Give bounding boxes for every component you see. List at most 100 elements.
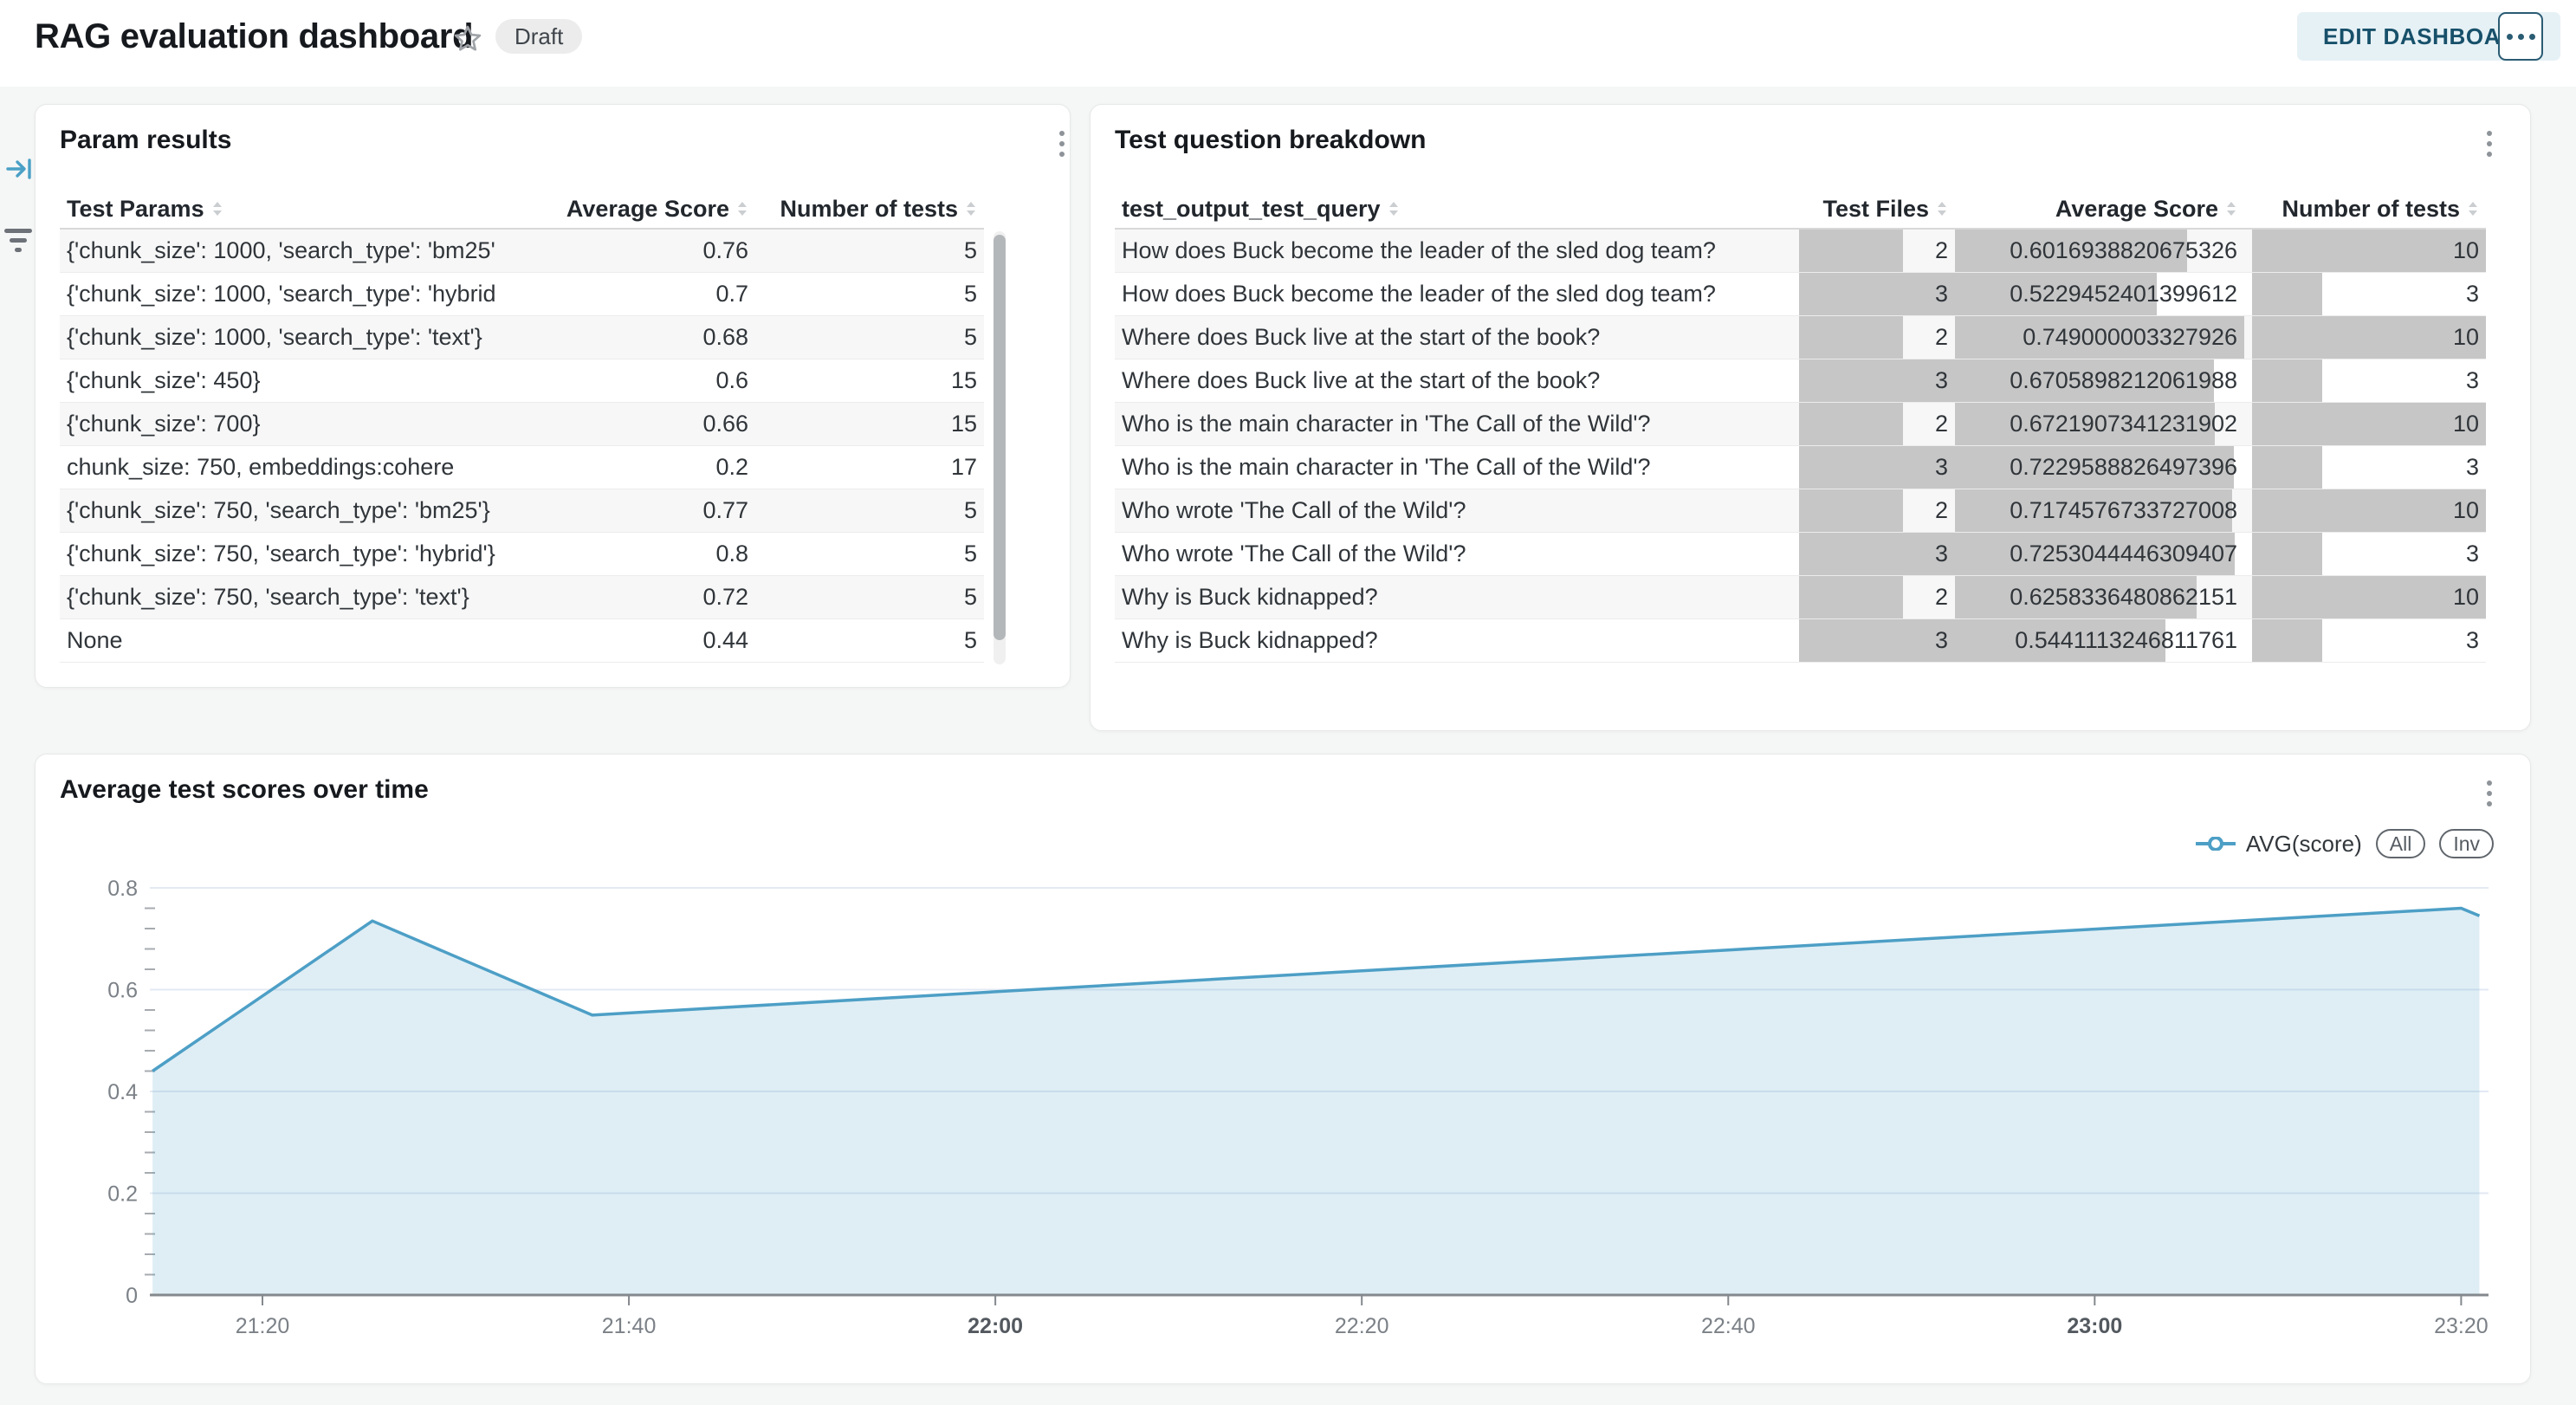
cell-number-of-tests: 5 — [755, 230, 984, 272]
card-menu-kebab-icon[interactable] — [1056, 127, 1068, 160]
scrollbar-thumb[interactable] — [994, 235, 1006, 640]
cell-average-score: 0.68 — [495, 316, 755, 359]
cell-number-of-tests: 3 — [2244, 533, 2486, 575]
y-tick-label: 0.2 — [107, 1182, 138, 1207]
scrollbar-track — [994, 231, 1006, 664]
column-header-test-files[interactable]: Test Files — [1799, 196, 1955, 223]
cell-test-files: 2 — [1799, 576, 1955, 618]
cell-average-score: 0.749000003327926 — [1955, 316, 2244, 359]
cell-test-params: {'chunk_size': 750, 'search_type': 'hybr… — [60, 533, 495, 575]
cell-number-of-tests: 3 — [2244, 446, 2486, 489]
cell-average-score: 0.7229588826497396 — [1955, 446, 2244, 489]
ellipsis-horizontal-icon — [2507, 34, 2513, 40]
cell-number-of-tests: 3 — [2244, 359, 2486, 402]
table-row: {'chunk_size': 450}0.615 — [60, 359, 984, 403]
data-bar — [2252, 619, 2322, 662]
cell-test-query: Who wrote 'The Call of the Wild'? — [1115, 489, 1799, 532]
cell-average-score: 0.7253044446309407 — [1955, 533, 2244, 575]
cell-average-score: 0.8 — [495, 533, 755, 575]
cell-test-params: chunk_size: 750, embeddings:cohere — [60, 446, 495, 489]
sort-caret-icon — [211, 200, 223, 217]
table-row: Why is Buck kidnapped?30.544111324681176… — [1115, 619, 2486, 663]
area-chart-plot[interactable]: 21:2021:4022:0022:2022:4023:0023:2000.20… — [36, 754, 2530, 1383]
table-row: {'chunk_size': 750, 'search_type': 'text… — [60, 576, 984, 619]
cell-number-of-tests: 3 — [2244, 273, 2486, 315]
cell-test-query: Who wrote 'The Call of the Wild'? — [1115, 533, 1799, 575]
column-header-average-score[interactable]: Average Score — [1955, 196, 2244, 223]
data-bar — [1799, 230, 1903, 272]
cell-average-score: 0.5229452401399612 — [1955, 273, 2244, 315]
sort-caret-icon — [1388, 200, 1400, 217]
table-row: None0.445 — [60, 619, 984, 663]
table-row: {'chunk_size': 1000, 'search_type': 'tex… — [60, 316, 984, 359]
data-bar — [1799, 533, 1955, 575]
filter-icon[interactable] — [3, 229, 33, 252]
cell-test-params: {'chunk_size': 700} — [60, 403, 495, 445]
cell-average-score: 0.66 — [495, 403, 755, 445]
cell-test-params: {'chunk_size': 1000, 'search_type': 'hyb… — [60, 273, 495, 315]
card-title: Param results — [60, 126, 231, 155]
dashboard-page: RAG evaluation dashboard Draft EDIT DASH… — [0, 0, 2576, 1405]
page-header: RAG evaluation dashboard Draft EDIT DASH… — [0, 0, 2576, 87]
column-header-average-score[interactable]: Average Score — [495, 196, 755, 223]
sort-caret-icon — [2225, 200, 2237, 217]
data-bar — [1799, 316, 1903, 359]
table-row: Who is the main character in 'The Call o… — [1115, 403, 2486, 446]
cell-test-files: 2 — [1799, 316, 1955, 359]
x-tick-label: 21:40 — [602, 1314, 657, 1338]
cell-test-query: How does Buck become the leader of the s… — [1115, 230, 1799, 272]
y-tick-label: 0 — [126, 1284, 138, 1308]
column-header-number-of-tests[interactable]: Number of tests — [755, 196, 984, 223]
cell-number-of-tests: 3 — [2244, 619, 2486, 662]
cell-average-score: 0.44 — [495, 619, 755, 662]
cell-average-score: 0.6016938820675326 — [1955, 230, 2244, 272]
cell-test-query: Who is the main character in 'The Call o… — [1115, 403, 1799, 445]
cell-average-score: 0.6258336480862151 — [1955, 576, 2244, 618]
star-icon[interactable] — [451, 23, 484, 55]
x-tick-label: 23:00 — [2067, 1314, 2122, 1338]
cell-number-of-tests: 5 — [755, 273, 984, 315]
cell-number-of-tests: 10 — [2244, 316, 2486, 359]
cell-test-files: 2 — [1799, 403, 1955, 445]
data-bar — [1799, 273, 1955, 315]
table-row: Where does Buck live at the start of the… — [1115, 316, 2486, 359]
cell-average-score: 0.5441113246811761 — [1955, 619, 2244, 662]
question-breakdown-table: test_output_test_query Test Files Averag… — [1115, 190, 2486, 663]
cell-test-params: {'chunk_size': 750, 'search_type': 'text… — [60, 576, 495, 618]
column-header-test-params[interactable]: Test Params — [60, 196, 495, 223]
more-actions-button[interactable] — [2498, 12, 2543, 61]
table-row: Why is Buck kidnapped?20.625833648086215… — [1115, 576, 2486, 619]
data-bar — [1799, 489, 1903, 532]
param-results-rows: {'chunk_size': 1000, 'search_type': 'bm2… — [60, 230, 984, 663]
card-menu-kebab-icon[interactable] — [2483, 127, 2495, 160]
cell-number-of-tests: 5 — [755, 576, 984, 618]
data-bar — [1799, 359, 1955, 402]
scores-over-time-card: Average test scores over time AVG(score)… — [35, 754, 2531, 1384]
cell-number-of-tests: 15 — [755, 403, 984, 445]
table-header-row: Test Params Average Score Number of test… — [60, 190, 984, 230]
sort-caret-icon — [2467, 200, 2479, 217]
question-breakdown-rows: How does Buck become the leader of the s… — [1115, 230, 2486, 663]
cell-test-query: How does Buck become the leader of the s… — [1115, 273, 1799, 315]
table-row: {'chunk_size': 1000, 'search_type': 'hyb… — [60, 273, 984, 316]
cell-number-of-tests: 15 — [755, 359, 984, 402]
column-header-test-query[interactable]: test_output_test_query — [1115, 196, 1799, 223]
x-tick-label: 22:20 — [1335, 1314, 1389, 1338]
cell-test-files: 2 — [1799, 489, 1955, 532]
cell-test-params: {'chunk_size': 750, 'search_type': 'bm25… — [60, 489, 495, 532]
x-tick-label: 23:20 — [2434, 1314, 2489, 1338]
data-bar — [2252, 403, 2486, 445]
cell-test-files: 3 — [1799, 446, 1955, 489]
cell-average-score: 0.2 — [495, 446, 755, 489]
column-header-number-of-tests[interactable]: Number of tests — [2244, 196, 2486, 223]
cell-number-of-tests: 5 — [755, 619, 984, 662]
cell-test-files: 3 — [1799, 533, 1955, 575]
sort-caret-icon — [965, 200, 977, 217]
cell-test-files: 3 — [1799, 273, 1955, 315]
cell-test-params: {'chunk_size': 1000, 'search_type': 'tex… — [60, 316, 495, 359]
data-bar — [2252, 273, 2322, 315]
y-tick-label: 0.8 — [107, 877, 138, 901]
table-row: Where does Buck live at the start of the… — [1115, 359, 2486, 403]
collapse-panel-icon[interactable] — [5, 154, 35, 184]
cell-test-query: Where does Buck live at the start of the… — [1115, 316, 1799, 359]
